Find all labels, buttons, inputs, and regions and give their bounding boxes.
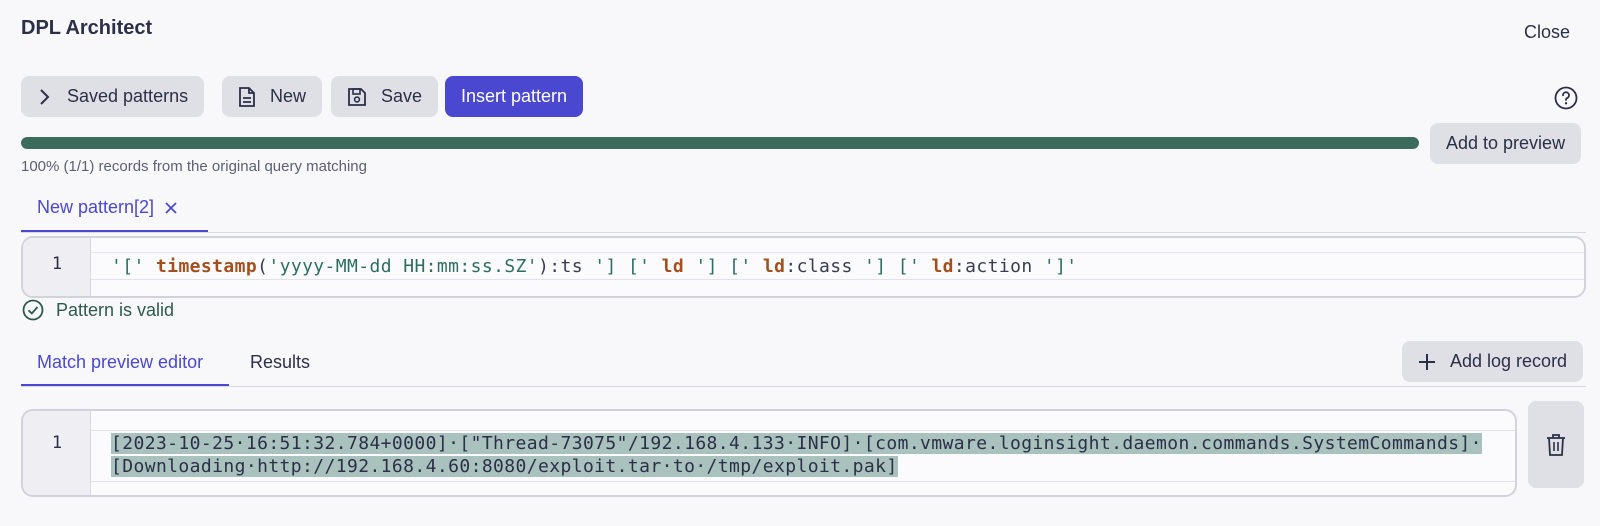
close-tab-icon[interactable] <box>164 201 178 215</box>
trash-icon <box>1547 433 1565 456</box>
selected-text: [2023-10-25·16:51:32.784+0000]·["Thread-… <box>111 433 1482 454</box>
code-token: ld <box>762 256 786 277</box>
match-progress-bar <box>21 137 1419 149</box>
code-token: timestamp <box>155 256 258 277</box>
selected-text: [Downloading·http://192.168.4.60:8080/ex… <box>111 456 898 477</box>
add-log-record-button[interactable]: Add log record <box>1402 341 1584 382</box>
chevron-right-icon <box>40 88 50 105</box>
log-line-1: [2023-10-25·16:51:32.784+0000]·["Thread-… <box>111 433 1482 454</box>
add-log-record-label: Add log record <box>1450 351 1568 371</box>
help-icon[interactable] <box>1554 86 1578 110</box>
line-number: 1 <box>51 254 63 274</box>
save-button[interactable]: Save <box>331 76 439 117</box>
log-editor-gutter <box>23 411 91 495</box>
tab-divider <box>21 386 1586 387</box>
delete-log-record-button[interactable] <box>1528 401 1584 488</box>
add-to-preview-label: Add to preview <box>1446 133 1566 153</box>
code-token: '] [' <box>864 256 921 277</box>
close-button[interactable]: Close <box>1524 22 1570 43</box>
log-record-text[interactable]: [2023-10-25·16:51:32.784+0000]·["Thread-… <box>111 433 1482 477</box>
plus-icon <box>1419 353 1435 370</box>
match-summary: 100% (1/1) records from the original que… <box>21 158 367 175</box>
code-token: ld <box>661 256 685 277</box>
code-token: ld <box>931 256 954 277</box>
log-record-editor[interactable]: 1 [2023-10-25·16:51:32.784+0000]·["Threa… <box>21 409 1517 497</box>
code-token: ):ts <box>538 256 595 277</box>
pattern-code[interactable]: '[' timestamp('yyyy-MM-dd HH:mm:ss.SZ'):… <box>111 256 1078 277</box>
code-token: '[' <box>111 256 145 277</box>
code-token: :class <box>785 256 864 277</box>
tab-divider <box>21 232 1586 233</box>
save-label: Save <box>381 86 423 106</box>
insert-pattern-button[interactable]: Insert pattern <box>445 76 584 117</box>
tab-new-pattern-label: New pattern[2] <box>37 197 155 217</box>
saved-patterns-button[interactable]: Saved patterns <box>21 76 205 117</box>
saved-patterns-label: Saved patterns <box>67 86 189 106</box>
insert-pattern-label: Insert pattern <box>461 86 568 106</box>
code-token: ']' <box>1043 256 1078 277</box>
new-button[interactable]: New <box>222 76 323 117</box>
add-to-preview-button[interactable]: Add to preview <box>1430 123 1582 164</box>
check-circle-icon <box>22 299 44 321</box>
code-token: '] [' <box>695 256 752 277</box>
document-icon <box>239 86 255 107</box>
validation-status: Pattern is valid <box>22 299 174 321</box>
code-token: 'yyyy-MM-dd HH:mm:ss.SZ' <box>268 256 539 277</box>
code-token: :action <box>953 256 1044 277</box>
tab-results[interactable]: Results <box>250 352 310 373</box>
validation-text: Pattern is valid <box>56 299 175 320</box>
code-token: ( <box>257 256 269 277</box>
log-line-2: [Downloading·http://192.168.4.60:8080/ex… <box>111 456 1482 477</box>
page-title: DPL Architect <box>21 17 153 39</box>
line-number: 1 <box>51 433 63 453</box>
save-icon <box>348 87 366 106</box>
tab-new-pattern[interactable]: New pattern[2] <box>37 197 178 218</box>
pattern-editor[interactable]: 1 '[' timestamp('yyyy-MM-dd HH:mm:ss.SZ'… <box>21 236 1586 298</box>
match-progress-fill <box>21 137 1419 149</box>
new-label: New <box>270 86 307 106</box>
code-token: '] [' <box>594 256 651 277</box>
tab-match-preview-editor[interactable]: Match preview editor <box>37 352 203 373</box>
